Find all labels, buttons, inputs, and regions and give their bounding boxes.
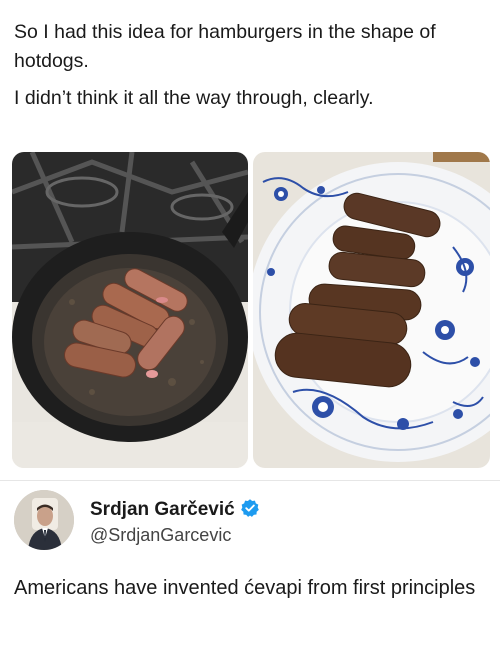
verified-badge-icon	[240, 499, 259, 517]
media-gallery	[12, 152, 490, 468]
reply-author: Srdjan Garčević @SrdjanGarcevic	[14, 490, 484, 550]
post-line-1: So I had this idea for hamburgers in the…	[14, 21, 436, 72]
author-handle[interactable]: @SrdjanGarcevic	[90, 525, 231, 546]
avatar[interactable]	[14, 490, 74, 550]
avatar-portrait	[14, 490, 74, 550]
author-name[interactable]: Srdjan Garčević	[90, 499, 235, 520]
reply-text: Americans have invented ćevapi from firs…	[14, 577, 476, 599]
photo-skillet[interactable]	[12, 152, 248, 468]
divider	[0, 480, 500, 481]
author-name-row[interactable]: Srdjan Garčević	[90, 498, 260, 521]
plate-photo-art	[253, 152, 490, 468]
post-line-2: I didn’t think it all the way through, c…	[14, 87, 374, 109]
skillet-photo-art	[12, 152, 248, 468]
post-text: So I had this idea for hamburgers in the…	[14, 18, 484, 113]
photo-plate[interactable]	[253, 152, 490, 468]
